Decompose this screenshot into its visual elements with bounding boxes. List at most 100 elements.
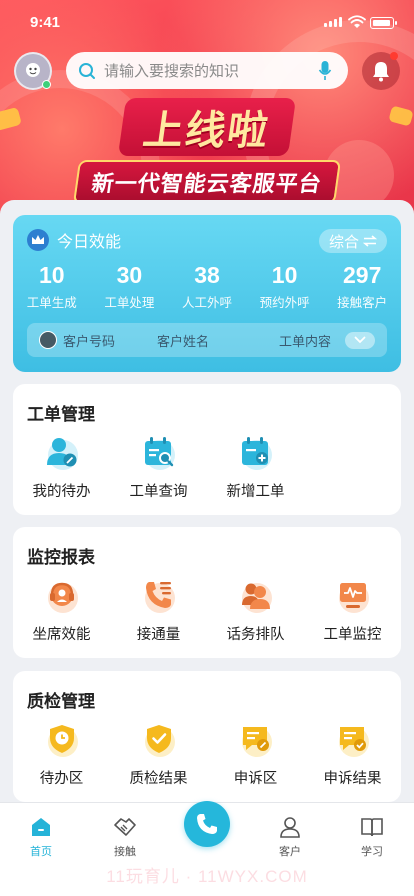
section-ticket-management: 工单管理 我的待办 工单查询 新增工单 xyxy=(13,384,401,515)
online-indicator xyxy=(42,80,51,89)
menu-item-label: 接通量 xyxy=(136,627,181,643)
banner-headline: 上线啦 新一代智能云客服平台 xyxy=(0,98,414,204)
metric-label: 接触客户 xyxy=(337,296,388,310)
calendar-add-icon xyxy=(238,434,274,470)
users-queue-icon xyxy=(238,577,274,613)
metric[interactable]: 297 接触客户 xyxy=(323,261,401,311)
column-customer-id: 客户号码 xyxy=(63,333,116,349)
menu-item-ticket-query[interactable]: 工单查询 xyxy=(110,434,207,501)
phone-list-icon xyxy=(141,577,177,613)
bell-icon xyxy=(373,62,389,82)
menu-item-appeal-results[interactable]: 申诉结果 xyxy=(304,721,401,788)
calendar-search-icon xyxy=(141,434,177,470)
headset-icon xyxy=(44,577,80,613)
tab-label: 客户 xyxy=(279,846,301,858)
handshake-icon xyxy=(113,815,137,839)
section-quality-inspection: 质检管理 待办区 质检结果 申诉区 申诉结果 xyxy=(13,671,401,802)
call-button[interactable] xyxy=(184,801,230,847)
metric-value: 297 xyxy=(342,262,382,288)
signal-icon xyxy=(324,17,342,27)
shield-clock-icon xyxy=(44,721,80,757)
status-bar: 9:41 xyxy=(0,0,414,44)
menu-item-call-queue[interactable]: 话务排队 xyxy=(207,577,304,644)
banner-subtitle: 新一代智能云客服平台 xyxy=(72,160,342,204)
shield-check-icon xyxy=(141,721,177,757)
metric-label: 人工外呼 xyxy=(181,296,232,310)
customer-table-header[interactable]: 客户号码 客户姓名 工单内容 xyxy=(27,323,387,357)
menu-item-label: 申诉区 xyxy=(233,771,278,787)
metric-value: 30 xyxy=(116,262,143,288)
efficiency-card[interactable]: 今日效能 综合 10 工单生成 30 工单处理 38 人工外呼 10 预约外呼 297 接… xyxy=(13,215,401,372)
menu-item-label: 话务排队 xyxy=(226,627,285,643)
chat-check-icon xyxy=(335,721,371,757)
metric[interactable]: 10 预约外呼 xyxy=(246,261,324,311)
section-title: 质检管理 xyxy=(27,692,95,711)
section-title: 监控报表 xyxy=(27,548,95,567)
tab-home[interactable]: 首页 xyxy=(11,815,71,859)
tab-label: 首页 xyxy=(30,846,52,858)
tab-label: 接触 xyxy=(114,846,136,858)
metric[interactable]: 30 工单处理 xyxy=(91,261,169,311)
column-customer-name: 客户姓名 xyxy=(157,333,210,349)
expand-button[interactable] xyxy=(345,331,375,349)
menu-item-new-ticket[interactable]: 新增工单 xyxy=(207,434,304,501)
metric-label: 工单生成 xyxy=(26,296,77,310)
mode-switch-button[interactable]: 综合 xyxy=(319,229,387,253)
avatar-face-icon xyxy=(26,63,40,77)
menu-item-pending-area[interactable]: 待办区 xyxy=(13,721,110,788)
menu-item-ticket-monitoring[interactable]: 工单监控 xyxy=(304,577,401,644)
metric[interactable]: 10 工单生成 xyxy=(13,261,91,311)
wifi-icon xyxy=(348,15,366,28)
menu-item-label: 质检结果 xyxy=(129,771,188,787)
menu-item-label: 工单查询 xyxy=(129,484,188,500)
watermark: 11玩育儿 · 11WYX.COM xyxy=(106,867,308,886)
metric-value: 10 xyxy=(39,262,65,288)
menu-item-my-todo[interactable]: 我的待办 xyxy=(13,434,110,501)
menu-item-appeal-area[interactable]: 申诉区 xyxy=(207,721,304,788)
phone-icon xyxy=(197,814,217,834)
metric-label: 预约外呼 xyxy=(259,296,310,310)
swap-icon xyxy=(363,235,377,247)
book-icon xyxy=(360,815,384,839)
chevron-down-icon xyxy=(354,336,366,344)
notification-button[interactable] xyxy=(362,52,400,90)
tab-learning[interactable]: 学习 xyxy=(342,815,402,859)
home-icon xyxy=(29,815,53,839)
battery-icon xyxy=(370,17,397,29)
section-monitoring-reports: 监控报表 坐席效能 接通量 话务排队 工单监控 xyxy=(13,527,401,658)
menu-item-label: 新增工单 xyxy=(226,484,285,500)
search-input[interactable]: 请输入要搜索的知识 xyxy=(104,60,318,81)
mode-label: 综合 xyxy=(328,233,359,251)
section-title: 工单管理 xyxy=(27,405,95,424)
menu-item-label: 申诉结果 xyxy=(323,771,382,787)
status-time: 9:41 xyxy=(30,14,61,31)
efficiency-header: 今日效能 xyxy=(27,228,121,252)
menu-item-label: 待办区 xyxy=(39,771,84,787)
menu-item-agent-efficiency[interactable]: 坐席效能 xyxy=(13,577,110,644)
metric-value: 10 xyxy=(271,262,298,288)
menu-item-connected-calls[interactable]: 接通量 xyxy=(110,577,207,644)
efficiency-title: 今日效能 xyxy=(57,234,122,251)
tab-contact[interactable]: 接触 xyxy=(95,815,155,859)
monitor-wave-icon xyxy=(335,577,371,613)
microphone-icon[interactable] xyxy=(318,60,332,82)
column-ticket-content: 工单内容 xyxy=(278,333,331,349)
metric[interactable]: 38 人工外呼 xyxy=(168,261,246,311)
tab-label: 学习 xyxy=(361,846,383,858)
chat-edit-icon xyxy=(238,721,274,757)
menu-item-label: 我的待办 xyxy=(32,484,91,500)
menu-item-label: 工单监控 xyxy=(323,627,382,643)
notification-badge xyxy=(390,52,398,60)
metric-label: 工单处理 xyxy=(104,296,155,310)
tab-customers[interactable]: 客户 xyxy=(260,815,320,859)
menu-item-label: 坐席效能 xyxy=(32,627,91,643)
search-icon xyxy=(79,62,95,79)
crown-icon xyxy=(27,229,49,251)
metric-value: 38 xyxy=(194,262,220,288)
menu-item-inspection-results[interactable]: 质检结果 xyxy=(110,721,207,788)
user-edit-icon xyxy=(44,434,80,470)
customer-avatar xyxy=(39,331,57,349)
avatar[interactable] xyxy=(14,52,52,90)
search-bar[interactable]: 请输入要搜索的知识 xyxy=(66,52,348,89)
banner-title: 上线啦 xyxy=(117,98,297,156)
